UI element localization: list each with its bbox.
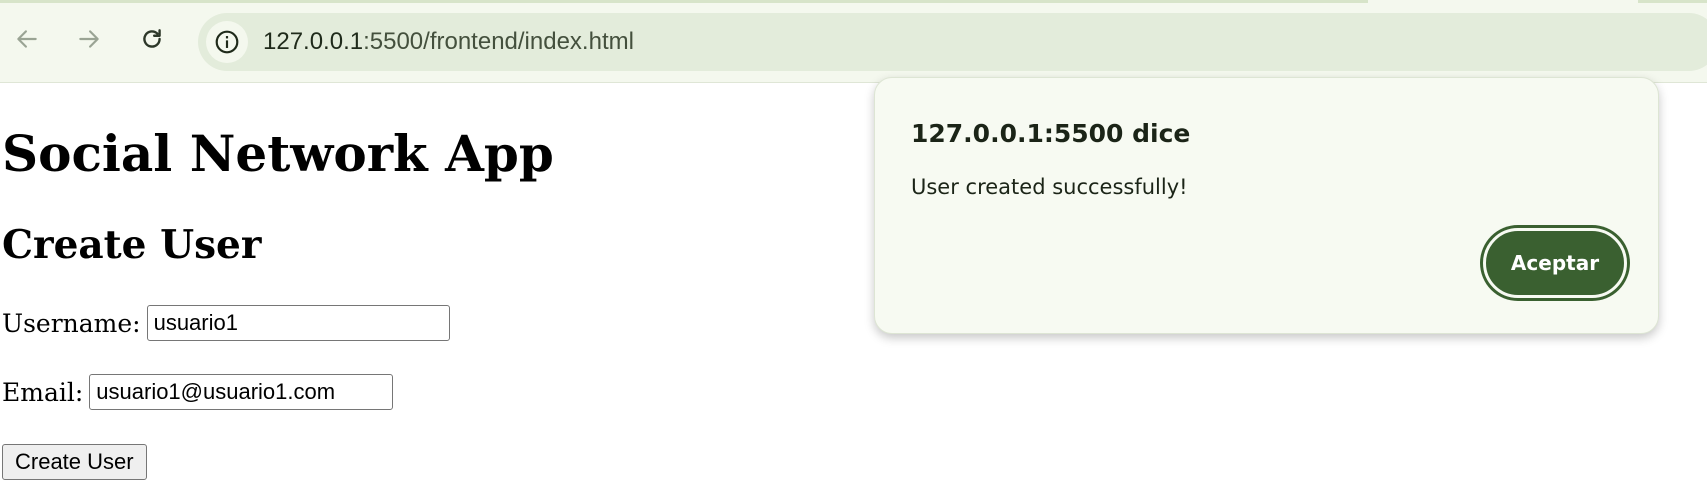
create-user-button[interactable]: Create User — [2, 444, 147, 480]
info-icon — [215, 30, 239, 54]
address-bar[interactable]: 127.0.0.1:5500/frontend/index.html — [198, 13, 1707, 71]
accept-button[interactable]: Aceptar — [1483, 228, 1627, 298]
username-label: Username: — [2, 308, 141, 338]
arrow-left-icon — [17, 30, 37, 48]
email-row: Email: — [2, 374, 394, 410]
username-input[interactable] — [146, 305, 450, 341]
url-text[interactable]: 127.0.0.1:5500/frontend/index.html — [263, 28, 634, 56]
section-title: Create User — [2, 222, 262, 268]
dialog-title: 127.0.0.1:5500 dice — [911, 119, 1191, 148]
alert-dialog: 127.0.0.1:5500 dice User created success… — [874, 77, 1659, 334]
active-tab-edge — [0, 0, 1368, 3]
page-title: Social Network App — [2, 124, 554, 183]
dialog-message: User created successfully! — [911, 175, 1188, 199]
forward-button[interactable] — [69, 19, 109, 59]
reload-button[interactable] — [132, 19, 172, 59]
reload-icon — [143, 29, 161, 48]
tab-edge — [1638, 0, 1707, 3]
email-input[interactable] — [89, 374, 394, 410]
email-label: Email: — [2, 377, 84, 407]
browser-toolbar: 127.0.0.1:5500/frontend/index.html — [0, 0, 1707, 83]
url-path: :5500/frontend/index.html — [363, 28, 634, 55]
back-button[interactable] — [7, 19, 47, 59]
username-row: Username: — [2, 305, 450, 341]
arrow-right-icon — [79, 30, 99, 48]
site-info-button[interactable] — [206, 21, 248, 63]
url-host: 127.0.0.1 — [263, 28, 364, 55]
